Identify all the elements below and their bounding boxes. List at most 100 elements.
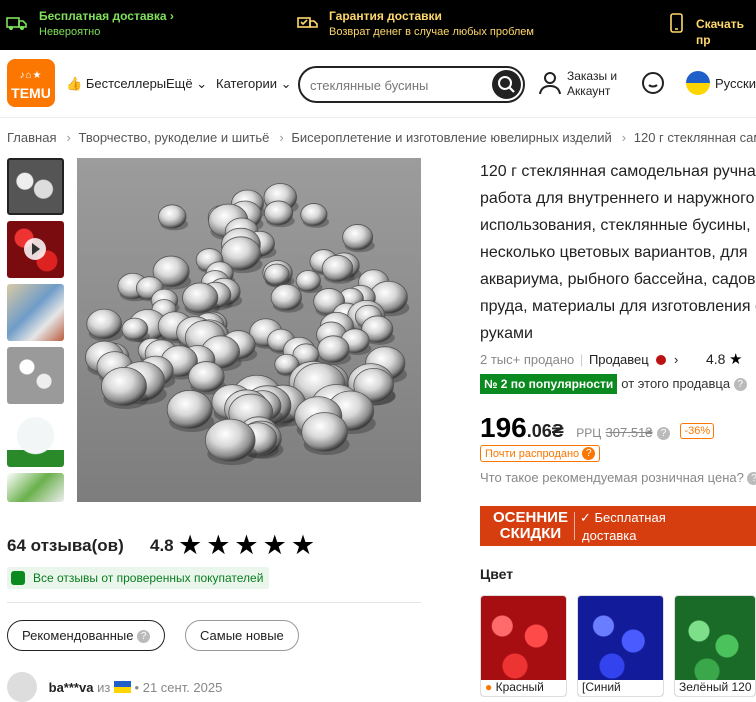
free-shipping-note: ✓ Бесплатная доставка <box>580 509 666 545</box>
free-shipping-line2: доставка <box>582 528 637 543</box>
guarantee-subtitle: Возврат денег в случае любых проблем <box>329 26 534 38</box>
glass-bead <box>101 366 147 407</box>
main-product-image[interactable] <box>77 158 421 502</box>
glass-bead <box>121 317 149 341</box>
thumbnail-bag[interactable] <box>7 347 64 404</box>
color-swatch-green[interactable]: Зелёный 120 <box>674 595 756 697</box>
glass-bead <box>263 200 294 226</box>
promo-top-bar: Бесплатная доставка › Невероятно Гаранти… <box>0 0 756 50</box>
review-item: ba***va из • 21 сент. 2025 <box>7 672 222 702</box>
rating-stars: ★★★★★ <box>178 530 320 560</box>
orders-line1: Заказы и <box>567 69 618 83</box>
orders-account-link[interactable]: Заказы и Аккаунт <box>567 69 617 99</box>
banner-divider <box>574 512 575 540</box>
color-swatch-blue[interactable]: [Синий <box>577 595 664 697</box>
chevron-down-icon: ⌄ <box>280 76 292 91</box>
chevron-right-icon: › <box>621 130 627 145</box>
discount-badge: -36% <box>680 423 715 439</box>
breadcrumb: Главная › Творчество, рукоделие и шитьё › … <box>7 130 756 145</box>
price-main: 196 <box>480 412 527 443</box>
thumbnail-video[interactable] <box>7 221 64 278</box>
bestsellers-link[interactable]: 👍 Бестселлеры <box>66 76 166 92</box>
question-icon[interactable]: ? <box>657 427 670 440</box>
rrp-explainer[interactable]: Что такое рекомендуемая розничная цена? … <box>480 470 756 485</box>
delivery-guarantee-link[interactable]: Гарантия доставки Возврат денег в случае… <box>329 8 534 40</box>
site-header: ♪⌂★ TEMU 👍 Бестселлеры Ещё ⌄ Категории ⌄… <box>0 50 756 118</box>
price-row: 196.06₴ РРЦ 307.51₴ ? -36% <box>480 412 715 444</box>
temu-logo[interactable]: ♪⌂★ TEMU <box>7 59 55 107</box>
sort-newest-label: Самые новые <box>200 628 284 643</box>
categories-menu[interactable]: Категории ⌄ <box>216 76 292 92</box>
seller-rating: 4.8 <box>705 351 726 367</box>
free-delivery-subtitle: Невероятно <box>39 26 101 38</box>
thumbnail-clear-beads[interactable] <box>7 158 64 215</box>
glass-bead <box>86 308 123 340</box>
color-label: Цвет <box>480 566 514 582</box>
truck-check-icon <box>297 17 318 28</box>
fire-icon: ● <box>485 680 493 694</box>
sale-title: ОСЕННИЕ СКИДКИ <box>493 510 568 542</box>
question-icon: ? <box>747 472 756 485</box>
glass-bead <box>342 224 374 251</box>
autumn-sale-banner: ОСЕННИЕ СКИДКИ ✓ Бесплатная доставка <box>480 506 756 546</box>
almost-sold-out-badge: Почти распродано ? <box>480 445 601 462</box>
glass-bead <box>158 204 187 229</box>
chevron-right-icon: › <box>279 130 284 145</box>
thumbnail-plant[interactable] <box>7 473 64 502</box>
user-icon[interactable] <box>538 70 562 96</box>
swatch-label-blue: [Синий <box>578 680 663 696</box>
verified-reviews-note: Все отзывы от проверенных покупателей <box>7 567 270 589</box>
free-delivery-title: Бесплатная доставка <box>39 9 167 23</box>
sort-newest-button[interactable]: Самые новые <box>185 620 299 651</box>
chevron-right-icon: › <box>66 130 71 145</box>
glass-bead <box>301 412 348 452</box>
thumbs-up-icon: 👍 <box>66 76 83 91</box>
rrp-question: Что такое рекомендуемая розничная цена? <box>480 470 744 485</box>
glass-bead <box>321 254 354 282</box>
free-delivery-link[interactable]: Бесплатная доставка › Невероятно <box>39 8 174 40</box>
divider <box>7 602 421 603</box>
ukraine-flag-icon[interactable] <box>686 71 710 95</box>
breadcrumb-crafts[interactable]: Творчество, рукоделие и шитьё <box>78 130 269 145</box>
download-app-link[interactable]: Скачать пр <box>696 16 756 48</box>
breadcrumb-current: 120 г стеклянная само <box>633 130 756 145</box>
support-chat-icon[interactable] <box>641 71 665 95</box>
search-input[interactable] <box>310 76 480 94</box>
ukraine-flag-icon <box>113 681 131 693</box>
guarantee-title: Гарантия доставки <box>329 9 442 23</box>
popularity-rank: № 2 по популярности от этого продавца ? <box>480 374 747 394</box>
categories-label: Категории <box>216 76 277 91</box>
question-icon[interactable]: ? <box>733 378 747 391</box>
glass-bead <box>300 203 328 227</box>
breadcrumb-home[interactable]: Главная <box>7 130 56 145</box>
reviewer-name[interactable]: ba***va <box>49 680 94 695</box>
sort-recommended-label: Рекомендованные <box>22 628 134 643</box>
phone-icon <box>670 13 683 33</box>
shield-check-icon <box>11 571 25 585</box>
search-bar <box>298 66 525 103</box>
rrp-label: РРЦ <box>576 426 602 440</box>
language-selector[interactable]: Русский <box>715 76 756 91</box>
glass-bead <box>188 361 225 393</box>
sold-count-row: 2 тыс+ продано | Продавец › 4.8 ★ <box>480 351 743 368</box>
seller-link[interactable]: Продавец <box>589 352 649 367</box>
breadcrumb-beading[interactable]: Бисероплетение и изготовление ювелирных … <box>291 130 611 145</box>
question-icon: ? <box>137 630 151 643</box>
search-button[interactable] <box>492 70 521 99</box>
swatch-red-text: Красный <box>495 680 544 694</box>
swatch-label-red: ● Красный <box>481 680 566 696</box>
rrp-old-price: 307.51₴ <box>605 425 653 440</box>
chevron-right-icon: › <box>169 9 174 23</box>
logo-symbols-icon: ♪⌂★ <box>19 70 43 81</box>
question-icon[interactable]: ? <box>582 447 596 460</box>
almost-sold-out-label: Почти распродано <box>485 448 580 460</box>
sale-title-line1: ОСЕННИЕ <box>493 509 568 526</box>
sale-title-line2: СКИДКИ <box>499 525 562 542</box>
thumbnail-fishbowl[interactable] <box>7 410 64 467</box>
seller-badge-icon <box>656 355 667 365</box>
thumbnail-collage[interactable] <box>7 284 64 341</box>
sort-recommended-button[interactable]: Рекомендованные ? <box>7 620 166 651</box>
color-swatch-red[interactable]: ● Красный <box>480 595 567 697</box>
glass-bead <box>270 284 302 311</box>
more-menu[interactable]: Ещё ⌄ <box>166 76 207 92</box>
